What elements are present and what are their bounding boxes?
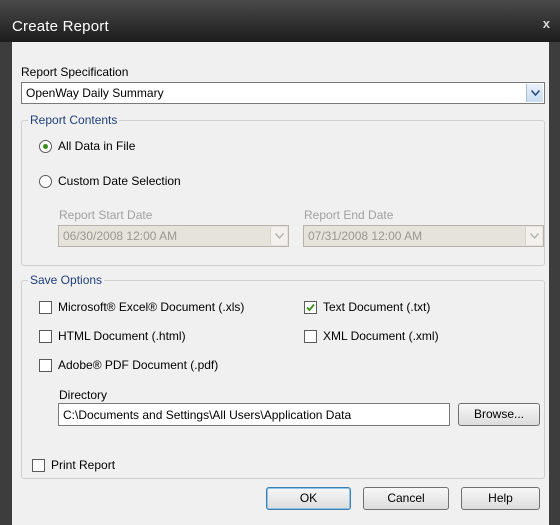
start-date-picker[interactable]: 06/30/2008 12:00 AM [58,225,289,247]
directory-input[interactable]: C:\Documents and Settings\All Users\Appl… [58,403,450,426]
title-bar[interactable]: Create Report x [0,0,560,42]
custom-date-radio[interactable] [39,175,52,188]
chevron-down-icon[interactable] [525,227,542,245]
start-date-value: 06/30/2008 12:00 AM [63,229,178,243]
all-data-label[interactable]: All Data in File [58,139,135,153]
report-spec-dropdown[interactable]: OpenWay Daily Summary [21,82,545,104]
report-spec-value: OpenWay Daily Summary [26,86,164,100]
html-checkbox[interactable] [39,330,52,343]
html-label[interactable]: HTML Document (.html) [58,329,186,343]
start-date-label: Report Start Date [59,208,153,222]
dialog-body: Report Specification OpenWay Daily Summa… [12,42,549,525]
report-contents-legend: Report Contents [30,113,118,127]
report-spec-label: Report Specification [21,65,129,79]
chevron-down-icon[interactable] [270,227,287,245]
save-options-legend: Save Options [30,273,103,287]
close-icon[interactable]: x [543,16,550,31]
all-data-radio[interactable] [39,140,52,153]
excel-label[interactable]: Microsoft® Excel® Document (.xls) [58,300,244,314]
create-report-window: Create Report x Report Specification Ope… [0,0,560,525]
ok-button[interactable]: OK [266,487,351,510]
print-report-label[interactable]: Print Report [51,458,115,472]
window-title: Create Report [12,18,109,35]
custom-date-label[interactable]: Custom Date Selection [58,174,181,188]
end-date-value: 07/31/2008 12:00 AM [308,229,423,243]
excel-checkbox[interactable] [39,301,52,314]
cancel-button[interactable]: Cancel [363,487,449,510]
chevron-down-icon[interactable] [526,84,543,102]
pdf-checkbox[interactable] [39,359,52,372]
print-report-checkbox[interactable] [32,459,45,472]
radio-selected-dot [43,144,48,149]
directory-value: C:\Documents and Settings\All Users\Appl… [63,408,352,422]
xml-checkbox[interactable] [304,330,317,343]
directory-label: Directory [59,388,108,402]
xml-label[interactable]: XML Document (.xml) [323,329,439,343]
text-checkbox[interactable] [304,301,317,314]
end-date-label: Report End Date [304,208,394,222]
browse-button[interactable]: Browse... [458,403,540,426]
help-button[interactable]: Help [461,487,540,510]
check-icon [306,303,315,312]
end-date-picker[interactable]: 07/31/2008 12:00 AM [303,225,544,247]
pdf-label[interactable]: Adobe® PDF Document (.pdf) [58,358,218,372]
text-label[interactable]: Text Document (.txt) [323,300,430,314]
